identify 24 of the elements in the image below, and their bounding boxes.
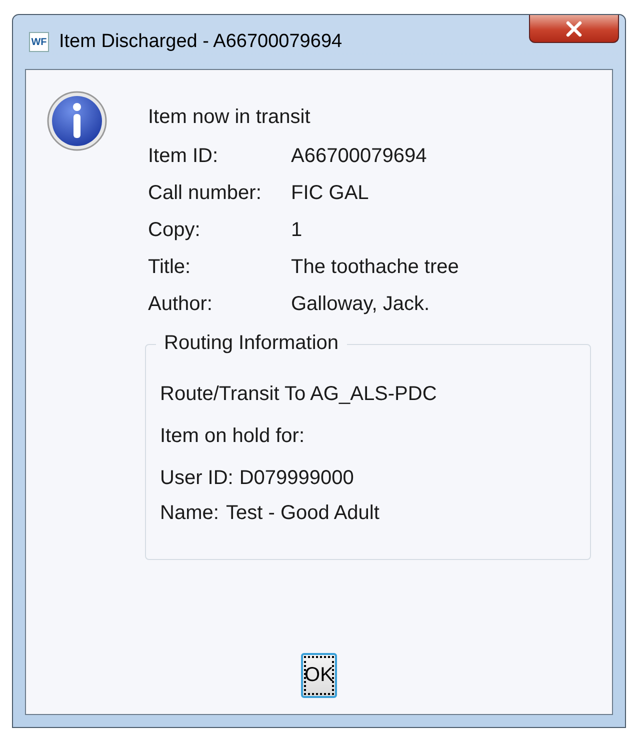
ok-button[interactable]: OK [301,653,337,698]
hold-text: Item on hold for: [160,425,306,448]
field-value: The toothache tree [291,256,459,280]
field-label: Item ID: [148,145,220,169]
field-value: D079999000 [239,467,354,491]
field-label: Title: [148,256,192,280]
app-icon: WF [29,32,49,52]
status-message: Item now in transit [148,106,312,129]
info-icon [46,90,108,152]
field-value: Galloway, Jack. [291,293,430,317]
field-value: Test - Good Adult [226,502,380,526]
field-label: Copy: [148,219,202,243]
field-label: Name: [160,502,220,526]
group-title: Routing Information [156,332,347,355]
window-title: Item Discharged - A66700079694 [59,31,342,53]
field-value: FIC GAL [291,182,369,206]
field-label: Author: [148,293,214,317]
field-label: Call number: [148,182,262,206]
close-icon [565,20,583,36]
field-label: User ID: [160,467,234,491]
field-value: A66700079694 [291,145,427,169]
field-value: 1 [291,219,302,243]
close-button[interactable] [529,15,619,43]
route-text: Route/Transit To AG_ALS-PDC [160,383,438,406]
